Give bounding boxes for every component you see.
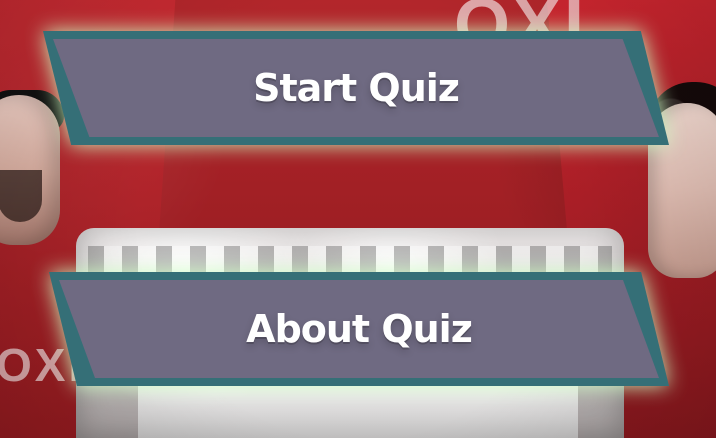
quiz-menu-screen: OXI OXI Start Quiz About Quiz [0, 0, 716, 438]
start-quiz-button[interactable]: Start Quiz [43, 31, 669, 145]
trophy-base-graphic [138, 386, 578, 438]
about-quiz-button-face[interactable]: About Quiz [59, 280, 659, 378]
about-quiz-label: About Quiz [246, 307, 473, 351]
left-player-beard-graphic [0, 170, 42, 222]
start-quiz-button-face[interactable]: Start Quiz [53, 39, 659, 137]
about-quiz-button[interactable]: About Quiz [49, 272, 669, 386]
start-quiz-label: Start Quiz [253, 66, 460, 110]
